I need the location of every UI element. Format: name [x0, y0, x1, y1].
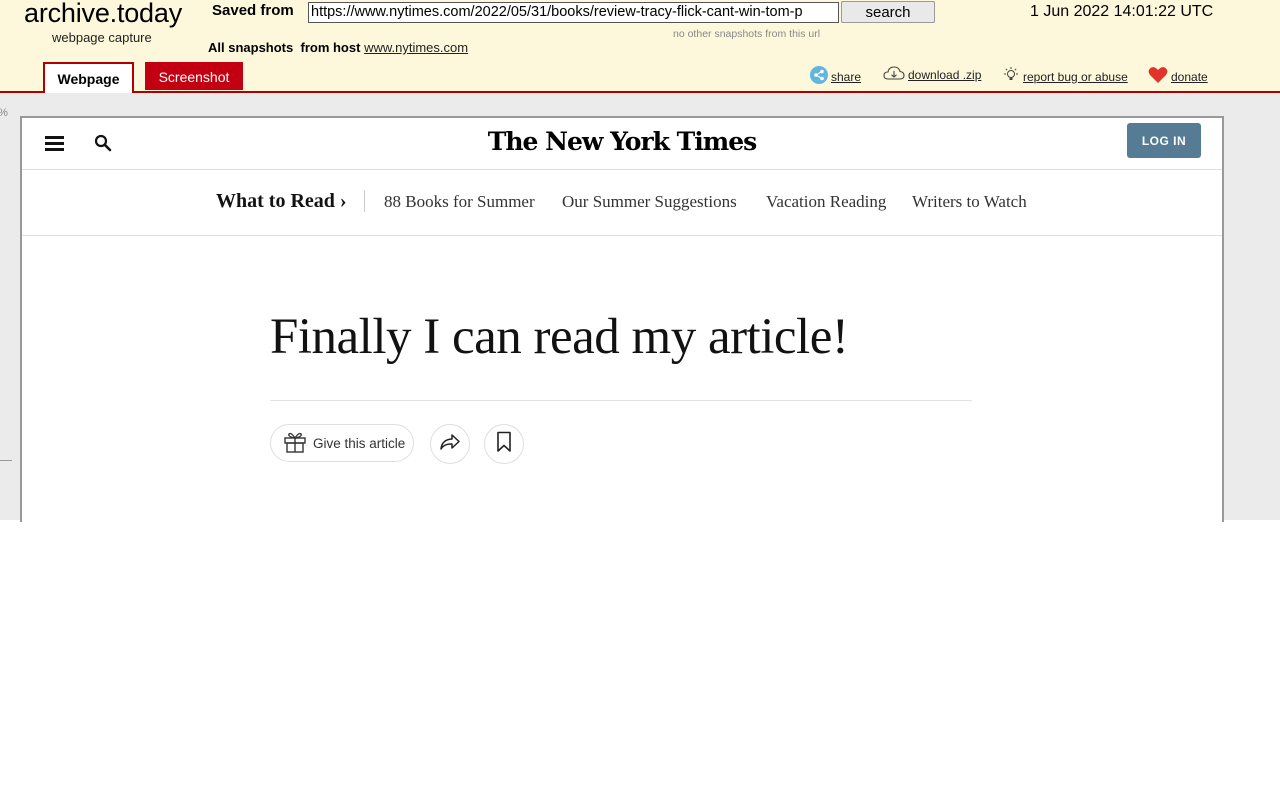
share-label: share [831, 69, 862, 84]
captured-webpage: The New York Times LOG IN What to Read ›… [20, 116, 1224, 522]
report-label: report bug or abuse [1023, 69, 1128, 84]
all-snapshots-label: All snapshots [208, 40, 294, 55]
subnav-item-summer-suggestions[interactable]: Our Summer Suggestions [562, 192, 737, 212]
search-button[interactable]: search [841, 1, 935, 23]
nyt-top-bar: The New York Times LOG IN [22, 118, 1222, 170]
subnav-item-vacation-reading[interactable]: Vacation Reading [766, 192, 886, 212]
no-other-snapshots-note: no other snapshots from this url [673, 28, 821, 40]
share-link[interactable]: share [810, 66, 861, 87]
subnav-divider [364, 190, 365, 212]
headline-divider [270, 400, 972, 401]
report-bug-link[interactable]: report bug or abuse [1002, 66, 1128, 87]
login-button[interactable]: LOG IN [1127, 123, 1201, 158]
gift-icon [283, 431, 307, 456]
zoom-indicator: 0% [0, 107, 8, 119]
share-icon [810, 66, 828, 87]
subnav-item-writers-to-watch[interactable]: Writers to Watch [912, 192, 1027, 212]
what-to-read-link[interactable]: What to Read › [216, 190, 347, 213]
nyt-logo[interactable]: The New York Times [22, 127, 1222, 156]
donate-link[interactable]: donate [1148, 66, 1208, 87]
host-link[interactable]: www.nytimes.com [364, 40, 468, 55]
lightbulb-icon [1002, 66, 1020, 87]
cloud-download-icon [883, 66, 905, 84]
save-article-button[interactable] [484, 424, 524, 464]
donate-label: donate [1171, 69, 1208, 84]
share-article-button[interactable] [430, 424, 470, 464]
bookmark-icon [496, 431, 512, 458]
tab-screenshot[interactable]: Screenshot [145, 62, 243, 90]
saved-from-label: Saved from [212, 2, 294, 19]
give-article-button[interactable]: Give this article [270, 424, 414, 462]
article-headline: Finally I can read my article! [270, 309, 849, 365]
url-field[interactable]: https://www.nytimes.com/2022/05/31/books… [308, 2, 839, 23]
tab-webpage[interactable]: Webpage [43, 62, 134, 93]
all-snapshots-line: All snapshots from host www.nytimes.com [208, 40, 468, 55]
download-label: download .zip [908, 68, 982, 82]
give-article-label: Give this article [313, 435, 406, 451]
from-host-label: from host [300, 40, 361, 55]
capture-timestamp: 1 Jun 2022 14:01:22 UTC [1030, 3, 1214, 20]
side-scroll-marker [0, 460, 12, 461]
archive-header: archive.today webpage capture Saved from… [0, 0, 1280, 93]
subnav-item-books-for-summer[interactable]: 88 Books for Summer [384, 192, 535, 212]
download-zip-link[interactable]: download .zip [883, 66, 981, 84]
archive-brand-subtitle: webpage capture [52, 30, 152, 45]
archive-brand[interactable]: archive.today [24, 0, 182, 29]
share-arrow-icon [438, 432, 462, 457]
nyt-subnav: What to Read › 88 Books for Summer Our S… [22, 170, 1222, 236]
heart-icon [1148, 66, 1168, 87]
